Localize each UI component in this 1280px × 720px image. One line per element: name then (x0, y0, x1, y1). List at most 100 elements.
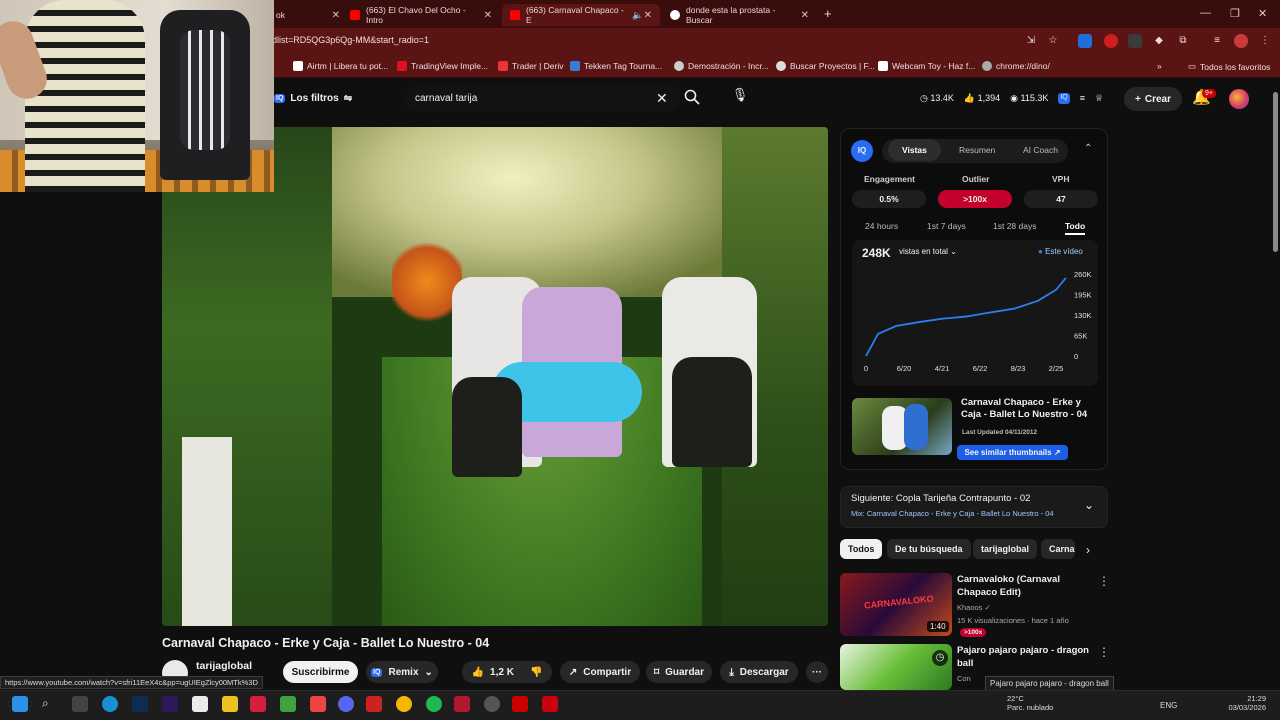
language-indicator[interactable]: ENG (1160, 701, 1177, 710)
windows-start-icon[interactable] (12, 696, 28, 712)
close-icon[interactable]: ✕ (484, 10, 492, 21)
window-close-icon[interactable]: ✕ (1258, 7, 1267, 20)
save-button[interactable]: ⌑ Guardar (646, 661, 712, 683)
views-mode-select[interactable]: vistas en total ⌄ (899, 247, 957, 256)
download-button[interactable]: ⤓ Descargar (720, 661, 798, 683)
period-7d[interactable]: 1st 7 days (927, 221, 966, 231)
extension-icon[interactable] (1128, 34, 1142, 48)
mic-icon[interactable]: 🎙 (730, 87, 750, 109)
explorer-icon[interactable] (222, 696, 238, 712)
maximize-icon[interactable]: ❐ (1230, 7, 1240, 20)
all-favorites[interactable]: ▭ Todos los favoritos (1188, 61, 1270, 72)
url-field[interactable]: dlist=RD5QG3p6Qg-MM&start_radio=1 (272, 35, 429, 45)
extension-icon[interactable]: ◆ (1152, 34, 1166, 48)
bookmarks-more-button[interactable]: » (1157, 61, 1162, 71)
extension-icon[interactable] (1104, 34, 1118, 48)
taskbar-app-icon[interactable] (250, 696, 266, 712)
minimize-icon[interactable]: — (1200, 7, 1211, 19)
rec-channel[interactable]: Khaoos ✓ (957, 603, 991, 612)
chip-todos[interactable]: Todos (840, 539, 883, 559)
chip-de-tu-busqueda[interactable]: De tu búsqueda (887, 539, 971, 559)
search-icon[interactable]: ⌕ (42, 696, 58, 712)
browser-tab-active[interactable]: (663) Carnaval Chapaco - E 🔈 ✕ (502, 4, 660, 26)
chip-carnaval[interactable]: Carna (1041, 539, 1075, 559)
search-input[interactable]: carnaval tarija (415, 93, 477, 104)
notepad-icon[interactable] (192, 696, 208, 712)
rec-channel[interactable]: Con (957, 674, 971, 683)
chrome-icon[interactable] (396, 696, 412, 712)
scrollbar-thumb[interactable] (1273, 92, 1278, 252)
like-icon[interactable]: 👍 (472, 667, 484, 678)
clock-icon[interactable]: ◷ (932, 650, 948, 666)
tab-vistas[interactable]: Vistas (888, 139, 941, 161)
avatar[interactable] (1229, 89, 1249, 109)
taskbar-app-icon[interactable] (72, 696, 88, 712)
more-actions-button[interactable]: ··· (806, 661, 828, 683)
rec-thumbnail[interactable]: ◷ (840, 644, 952, 690)
tab-resumen[interactable]: Resumen (959, 145, 995, 155)
close-icon[interactable]: ✕ (801, 10, 809, 21)
period-all[interactable]: Todo (1065, 221, 1086, 235)
puzzle-icon[interactable]: ⧉ (1176, 34, 1190, 48)
create-button[interactable]: + Crear (1124, 87, 1182, 111)
period-28d[interactable]: 1st 28 days (993, 221, 1036, 231)
channel-name[interactable]: tarijaglobal (196, 660, 252, 672)
rec-title[interactable]: Carnavaloko (Carnaval Chapaco Edit) (957, 573, 1095, 599)
profile-icon[interactable] (1234, 34, 1248, 48)
video-player[interactable] (162, 127, 828, 626)
new-tab-button[interactable]: + (824, 6, 832, 21)
extension-icon[interactable] (1078, 34, 1092, 48)
see-similar-button[interactable]: See similar thumbnails ↗ (957, 445, 1068, 460)
bookmark-item[interactable]: chrome://dino/ (982, 61, 1050, 71)
bookmark-item[interactable]: Tekken Tag Tourna... (570, 61, 662, 71)
clock[interactable]: 21:29 03/03/2026 (1222, 694, 1266, 712)
bookmark-item[interactable]: Demostración - Incr... (674, 61, 769, 71)
trophy-icon[interactable]: ♕ (1095, 93, 1103, 104)
chevron-right-icon[interactable]: › (1086, 543, 1090, 557)
remix-button[interactable]: IQ Remix ⌄ (366, 661, 438, 683)
spotify-icon[interactable] (426, 696, 442, 712)
photoshop-icon[interactable] (132, 696, 148, 712)
taskbar-app-icon[interactable] (454, 696, 470, 712)
speaker-icon[interactable]: 🔈 (632, 10, 643, 21)
tab-ai-coach[interactable]: AI Coach (1023, 145, 1058, 155)
share-button[interactable]: ↗ Compartir (560, 661, 640, 683)
collapse-icon[interactable]: ⌃ (1084, 143, 1092, 154)
chip-tarijaglobal[interactable]: tarijaglobal (973, 539, 1038, 559)
install-icon[interactable]: ⇲ (1024, 34, 1038, 48)
more-icon[interactable]: ⋮ (1098, 645, 1110, 659)
taskbar-app-icon[interactable] (542, 696, 558, 712)
clear-search-icon[interactable]: ✕ (656, 90, 668, 107)
bookmark-item[interactable]: Webcam Toy - Haz f... (878, 61, 975, 71)
minecraft-icon[interactable] (280, 696, 296, 712)
more-icon[interactable]: ⋮ (1098, 574, 1110, 588)
dislike-icon[interactable]: 👎 (530, 667, 542, 678)
bookmark-item[interactable]: Trader | Deriv (498, 61, 564, 71)
bookmark-item[interactable]: Buscar Proyectos | F... (776, 61, 875, 71)
taskbar-app-icon[interactable] (512, 696, 528, 712)
browser-tab[interactable]: donde esta la prostata - Buscar ✕ (662, 4, 817, 26)
list-icon[interactable]: ≡ (1080, 93, 1085, 104)
taskbar-app-icon[interactable] (366, 696, 382, 712)
iq-icon[interactable]: IQ (1058, 93, 1070, 104)
rec-title[interactable]: Pajaro pajaro pajaro - dragon ball (957, 644, 1095, 670)
search-icon[interactable] (684, 89, 700, 108)
period-24h[interactable]: 24 hours (865, 221, 898, 231)
browser-tab[interactable]: ok ✕ (268, 4, 348, 26)
chevron-down-icon[interactable]: ⌄ (1084, 498, 1094, 512)
brave-icon[interactable] (310, 696, 326, 712)
edge-icon[interactable] (102, 696, 118, 712)
subscribe-button[interactable]: Suscribirme (283, 661, 358, 683)
weather-widget[interactable]: 22°C Parc. nublado (1007, 694, 1053, 712)
obs-icon[interactable] (484, 696, 500, 712)
bookmark-item[interactable]: TradingView Imple... (397, 61, 488, 71)
media-icon[interactable]: ≡ (1210, 34, 1224, 48)
discord-icon[interactable] (338, 696, 354, 712)
browser-tab[interactable]: (663) El Chavo Del Ocho - Intro ✕ (342, 4, 500, 26)
video-thumbnail[interactable] (852, 398, 952, 455)
premiere-icon[interactable] (162, 696, 178, 712)
close-icon[interactable]: ✕ (644, 10, 652, 21)
filters-button[interactable]: IQ Los filtros ⇋ (274, 93, 352, 104)
bookmark-star-icon[interactable]: ☆ (1046, 34, 1060, 48)
close-icon[interactable]: ✕ (332, 10, 340, 21)
